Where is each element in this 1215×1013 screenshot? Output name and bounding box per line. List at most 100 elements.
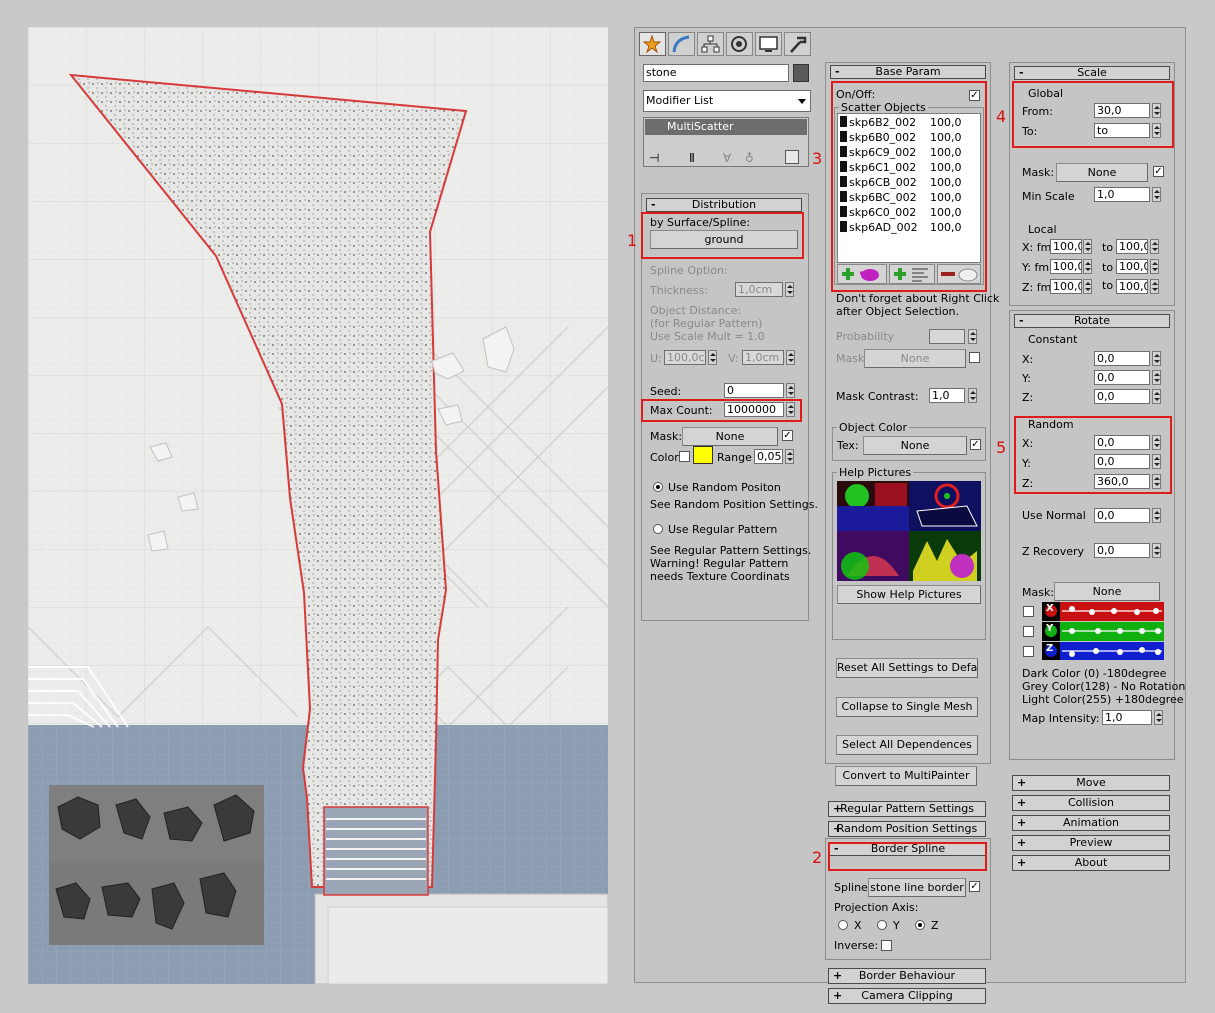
local-x-to-spinner[interactable] <box>1150 239 1159 254</box>
configure-modifier-sets-icon[interactable] <box>785 150 799 164</box>
select-dependences-button[interactable]: Select All Dependences <box>836 735 978 755</box>
modifier-list-dropdown[interactable]: Modifier List <box>643 90 811 112</box>
inverse-checkbox[interactable] <box>881 940 892 951</box>
const-z-field[interactable]: 0,0 <box>1094 389 1150 404</box>
scatter-object-row[interactable]: skp6BC_002 100,0 <box>840 191 978 205</box>
rand-z-field[interactable]: 360,0 <box>1094 474 1150 489</box>
axis-y-radio[interactable] <box>877 920 887 930</box>
tex-checkbox[interactable]: ✓ <box>970 439 981 450</box>
tex-button[interactable]: None <box>863 436 967 455</box>
spline-checkbox[interactable]: ✓ <box>969 881 980 892</box>
base-mask-button[interactable]: None <box>864 349 966 368</box>
max-count-spinner[interactable] <box>786 402 795 417</box>
local-z-to[interactable]: 100,0 <box>1116 279 1148 294</box>
const-x-spinner[interactable] <box>1152 351 1161 366</box>
rollout-preview[interactable]: + Preview <box>1012 835 1170 851</box>
scale-to-field[interactable]: to <box>1094 123 1150 138</box>
u-spinner[interactable] <box>708 350 717 365</box>
remove-modifier-icon[interactable]: ♁ <box>745 151 754 165</box>
rand-y-spinner[interactable] <box>1152 454 1161 469</box>
show-end-result-icon[interactable]: Ⅱ <box>689 151 695 165</box>
axis-y-checkbox[interactable] <box>1023 626 1034 637</box>
scatter-object-row[interactable]: skp6B0_002 100,0 <box>840 131 978 145</box>
map-intensity-spinner[interactable] <box>1154 710 1163 725</box>
scale-header[interactable]: - Scale <box>1014 66 1170 80</box>
base-mask-checkbox[interactable] <box>969 352 980 363</box>
const-y-field[interactable]: 0,0 <box>1094 370 1150 385</box>
use-regular-radio[interactable] <box>653 524 663 534</box>
scale-from-spinner[interactable] <box>1152 103 1161 118</box>
base-param-header[interactable]: - Base Param <box>830 65 986 79</box>
border-spline-header[interactable]: - Border Spline <box>829 842 987 856</box>
min-scale-field[interactable]: 1,0 <box>1094 187 1150 202</box>
min-scale-spinner[interactable] <box>1152 187 1161 202</box>
mask-contrast-field[interactable]: 1,0 <box>929 388 965 403</box>
const-x-field[interactable]: 0,0 <box>1094 351 1150 366</box>
color-swatch[interactable] <box>693 446 713 464</box>
range-spinner[interactable] <box>785 449 794 464</box>
modify-icon[interactable] <box>668 32 695 56</box>
axis-x-radio[interactable] <box>838 920 848 930</box>
display-icon[interactable] <box>755 32 782 56</box>
scatter-object-row[interactable]: skp6AD_002 100,0 <box>840 221 978 235</box>
scale-to-spinner[interactable] <box>1152 123 1161 138</box>
hierarchy-icon[interactable] <box>697 32 724 56</box>
pin-stack-icon[interactable]: ⊣ <box>649 151 659 165</box>
local-x-from-spinner[interactable] <box>1083 239 1092 254</box>
v-field[interactable]: 1,0cm <box>742 350 784 365</box>
local-y-to[interactable]: 100,0 <box>1116 259 1148 274</box>
convert-multipainter-button[interactable]: Convert to MultiPainter <box>835 766 977 786</box>
object-color-swatch[interactable] <box>793 64 809 82</box>
scatter-object-row[interactable]: skp6C1_002 100,0 <box>840 161 978 175</box>
scale-from-field[interactable]: 30,0 <box>1094 103 1150 118</box>
stack-item-multiscatter[interactable]: MultiScatter <box>645 119 807 135</box>
local-y-from[interactable]: 100,0 <box>1050 259 1082 274</box>
use-random-radio[interactable] <box>653 482 663 492</box>
use-normal-field[interactable]: 0,0 <box>1094 508 1150 523</box>
u-field[interactable]: 100,0cr <box>664 350 706 365</box>
rollout-move[interactable]: + Move <box>1012 775 1170 791</box>
mask-contrast-spinner[interactable] <box>968 388 977 403</box>
reset-settings-button[interactable]: Reset All Settings to Default <box>836 658 978 678</box>
collapse-mesh-button[interactable]: Collapse to Single Mesh <box>836 697 978 717</box>
rand-x-field[interactable]: 0,0 <box>1094 435 1150 450</box>
thickness-field[interactable]: 1,0cm <box>735 282 783 297</box>
scale-mask-button[interactable]: None <box>1056 163 1148 182</box>
scatter-object-row[interactable]: skp6CB_002 100,0 <box>840 176 978 190</box>
distribution-header[interactable]: - Distribution <box>646 198 802 212</box>
rollout-collision[interactable]: + Collision <box>1012 795 1170 811</box>
rotate-mask-button[interactable]: None <box>1054 582 1160 601</box>
onoff-checkbox[interactable]: ✓ <box>969 90 980 101</box>
v-spinner[interactable] <box>786 350 795 365</box>
scatter-object-row[interactable]: skp6C9_002 100,0 <box>840 146 978 160</box>
show-help-pictures-button[interactable]: Show Help Pictures <box>837 585 981 604</box>
rollout-about[interactable]: + About <box>1012 855 1170 871</box>
local-z-from-spinner[interactable] <box>1083 279 1092 294</box>
mask-checkbox[interactable]: ✓ <box>782 430 793 441</box>
local-y-from-spinner[interactable] <box>1083 259 1092 274</box>
add-object-button[interactable] <box>837 264 887 284</box>
scatter-object-list[interactable]: skp6B2_002 100,0 skp6B0_002 100,0 skp6C9_002… <box>837 113 981 263</box>
axis-z-checkbox[interactable] <box>1023 646 1034 657</box>
rotate-header[interactable]: - Rotate <box>1014 314 1170 328</box>
distribution-mask-button[interactable]: None <box>682 427 778 446</box>
border-behaviour-rollout[interactable]: + Border Behaviour <box>828 968 986 984</box>
use-normal-spinner[interactable] <box>1152 508 1161 523</box>
motion-icon[interactable] <box>726 32 753 56</box>
local-z-to-spinner[interactable] <box>1150 279 1159 294</box>
create-icon[interactable] <box>639 32 666 56</box>
rotate-axis-maps[interactable] <box>1042 602 1164 660</box>
const-z-spinner[interactable] <box>1152 389 1161 404</box>
z-recovery-field[interactable]: 0,0 <box>1094 543 1150 558</box>
scatter-object-row[interactable]: skp6C0_002 100,0 <box>840 206 978 220</box>
remove-object-button[interactable] <box>937 264 981 284</box>
surface-pick-button[interactable]: ground <box>650 230 798 249</box>
map-intensity-field[interactable]: 1,0 <box>1102 710 1152 725</box>
local-x-to[interactable]: 100,0 <box>1116 239 1148 254</box>
rand-y-field[interactable]: 0,0 <box>1094 454 1150 469</box>
max-count-field[interactable]: 1000000 <box>724 402 784 417</box>
probability-spinner[interactable] <box>968 329 977 344</box>
camera-clipping-rollout[interactable]: + Camera Clipping <box>828 988 986 1004</box>
const-y-spinner[interactable] <box>1152 370 1161 385</box>
spline-pick-button[interactable]: stone line border <box>868 878 966 897</box>
